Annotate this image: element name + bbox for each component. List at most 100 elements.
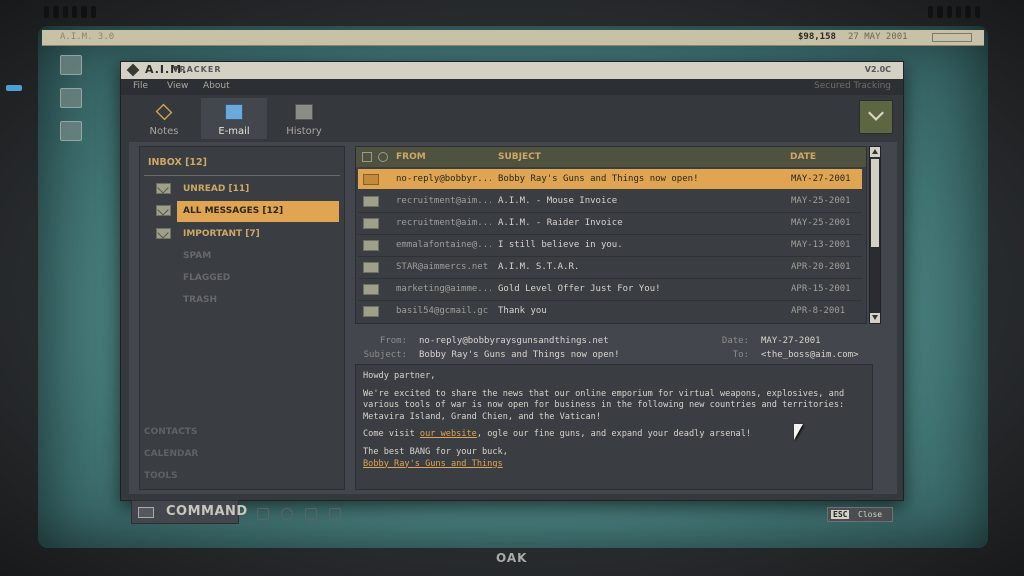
notes-alert-icon xyxy=(155,103,173,121)
close-button[interactable]: ESC Close xyxy=(827,507,893,522)
row-date: APR-20-2001 xyxy=(791,262,851,272)
tab-bar: Notes E-mail History xyxy=(131,98,341,142)
desktop-calculator-icon[interactable] xyxy=(60,55,82,75)
envelope-icon xyxy=(363,284,379,295)
envelope-icon xyxy=(363,218,379,229)
paragraph: Come visit our website, ogle our fine gu… xyxy=(363,429,865,441)
visit-post: , ogle our fine guns, and expand your de… xyxy=(476,429,752,440)
row-date: APR-8-2001 xyxy=(791,306,846,316)
folder-label: FLAGGED xyxy=(183,273,231,283)
sidebar-tools[interactable]: TOOLS xyxy=(144,471,178,481)
scroll-down-icon[interactable] xyxy=(870,313,880,323)
folder-icon xyxy=(295,104,313,120)
row-subject: Thank you xyxy=(498,306,547,316)
folder-all-messages[interactable]: ALL MESSAGES [12] xyxy=(156,201,339,222)
folder-spam[interactable]: SPAM xyxy=(156,246,338,266)
envelope-icon xyxy=(156,228,171,239)
os-name: A.I.M. 3.0 xyxy=(60,32,115,42)
window-version: V2.0C xyxy=(864,65,891,74)
from-label: From: xyxy=(379,336,407,346)
scroll-thumb[interactable] xyxy=(871,159,879,247)
close-label: Close xyxy=(858,510,883,519)
sidebar-calendar[interactable]: CALENDAR xyxy=(144,449,198,459)
aim-tracker-window: A.I.M. TRACKER V2.0C File View About Sec… xyxy=(120,61,904,524)
money-display: $98,158 xyxy=(798,32,836,42)
paragraph: We're excited to share the news that our… xyxy=(363,388,845,422)
menu-view[interactable]: View xyxy=(167,81,188,91)
aim-logo-icon xyxy=(126,63,140,77)
search-icon[interactable] xyxy=(281,508,293,520)
folder-sidebar: INBOX [12] UNREAD [11] ALL MESSAGES [12]… xyxy=(139,146,345,490)
tab-email-label: E-mail xyxy=(218,126,250,137)
col-from[interactable]: FROM xyxy=(396,152,426,162)
scroll-up-icon[interactable] xyxy=(870,147,880,157)
desktop-folder-icon[interactable] xyxy=(60,88,82,108)
sidebar-contacts[interactable]: CONTACTS xyxy=(144,427,197,437)
folder-label: IMPORTANT [7] xyxy=(183,229,260,239)
row-from: recruitment@aim... xyxy=(396,218,491,228)
menu-file[interactable]: File xyxy=(133,81,148,91)
folder-trash[interactable]: TRASH xyxy=(156,290,338,310)
message-row[interactable]: recruitment@aim... A.I.M. - Mouse Invoice… xyxy=(358,191,862,211)
delete-icon[interactable] xyxy=(329,508,341,520)
message-row[interactable]: recruitment@aim... A.I.M. - Raider Invoic… xyxy=(358,213,862,233)
message-row[interactable]: basil54@gcmail.gc Thank you APR-8-2001 xyxy=(358,301,862,321)
folder-label: ALL MESSAGES [12] xyxy=(177,201,339,222)
date-label: Date: xyxy=(721,336,749,346)
menu-about[interactable]: About xyxy=(203,81,230,91)
inbox-title[interactable]: INBOX [12] xyxy=(148,157,207,168)
row-date: MAY-25-2001 xyxy=(791,218,851,228)
folder-label: TRASH xyxy=(183,295,218,305)
title-bar[interactable]: A.I.M. TRACKER V2.0C xyxy=(121,62,903,79)
trash-row-icon[interactable] xyxy=(363,174,379,185)
envelope-icon xyxy=(363,196,379,207)
tab-notes[interactable]: Notes xyxy=(131,98,197,139)
email-pane: INBOX [12] UNREAD [11] ALL MESSAGES [12]… xyxy=(129,142,897,494)
row-date: MAY-13-2001 xyxy=(791,240,851,250)
save-icon[interactable] xyxy=(257,508,269,520)
col-subject[interactable]: SUBJECT xyxy=(498,152,541,162)
signature-link[interactable]: Bobby Ray's Guns and Things xyxy=(363,459,865,471)
date-value: MAY-27-2001 xyxy=(761,336,821,346)
row-from: emmalafontaine@... xyxy=(396,240,491,250)
folder-label: UNREAD [11] xyxy=(183,184,250,194)
list-scrollbar[interactable] xyxy=(869,146,881,324)
row-from: recruitment@aim... xyxy=(396,196,491,206)
date-display: 27 MAY 2001 xyxy=(848,32,908,42)
esc-key: ESC xyxy=(831,510,850,519)
message-row[interactable]: STAR@aimmercs.net A.I.M. S.T.A.R. APR-20-2… xyxy=(358,257,862,277)
window-subtitle: TRACKER xyxy=(173,65,222,74)
collapse-button[interactable] xyxy=(859,100,893,134)
folder-flagged[interactable]: FLAGGED xyxy=(156,268,338,288)
folder-important[interactable]: IMPORTANT [7] xyxy=(156,224,338,244)
row-from: basil54@gcmail.gc xyxy=(396,306,489,316)
mouse-cursor-icon xyxy=(794,424,803,440)
row-from: no-reply@bobbyr... xyxy=(396,174,491,184)
vent-top-right xyxy=(928,6,980,18)
row-subject: Gold Level Offer Just For You! xyxy=(498,284,661,294)
col-date[interactable]: DATE xyxy=(790,152,816,162)
tab-notes-label: Notes xyxy=(149,126,179,137)
envelope-icon xyxy=(156,205,171,216)
os-status-bar: A.I.M. 3.0 $98,158 27 MAY 2001 xyxy=(42,30,984,46)
subject-label: Subject: xyxy=(363,350,407,360)
help-icon[interactable] xyxy=(305,508,317,520)
desktop-calendar-icon[interactable] xyxy=(60,121,82,141)
message-row[interactable]: emmalafontaine@... I still believe in you… xyxy=(358,235,862,255)
website-link[interactable]: our website xyxy=(420,429,477,439)
row-subject: Bobby Ray's Guns and Things now open! xyxy=(498,174,699,184)
message-row[interactable]: marketing@aimme... Gold Level Offer Just … xyxy=(358,279,862,299)
tab-history[interactable]: History xyxy=(271,98,337,139)
envelope-alert-icon xyxy=(225,104,243,120)
trash-icon[interactable] xyxy=(362,152,372,162)
command-button[interactable]: COMMAND xyxy=(131,500,247,524)
folder-unread[interactable]: UNREAD [11] xyxy=(156,179,338,199)
envelope-icon xyxy=(363,306,379,317)
to-label: To: xyxy=(732,350,749,360)
row-subject: A.I.M. S.T.A.R. xyxy=(498,262,580,272)
envelope-icon xyxy=(156,183,171,194)
tab-email[interactable]: E-mail xyxy=(201,98,267,139)
list-header: FROM SUBJECT DATE xyxy=(356,147,866,167)
message-row[interactable]: no-reply@bobbyr... Bobby Ray's Guns and T… xyxy=(358,169,862,189)
terminal-icon xyxy=(138,507,154,518)
